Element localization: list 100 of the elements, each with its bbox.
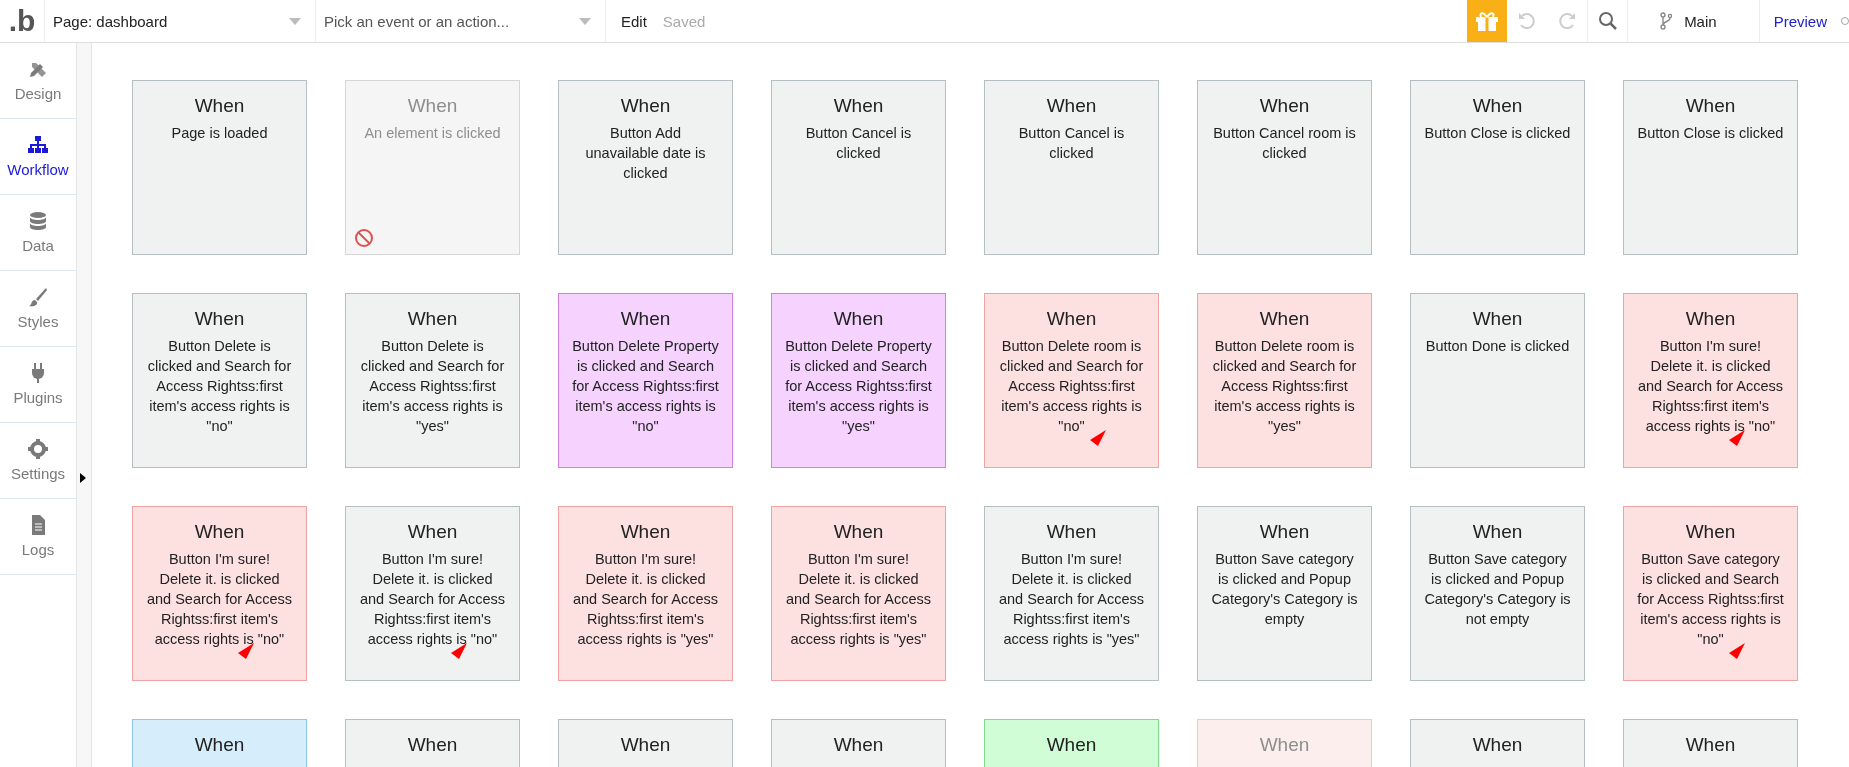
event-title: When: [1684, 308, 1737, 330]
event-title: When: [619, 734, 672, 756]
event-card[interactable]: When: [345, 719, 520, 767]
event-card[interactable]: When Button I'm sure! Delete it. is clicked and Search for Access Rightss:first item's access rights is "yes": [984, 506, 1159, 681]
event-title: When: [193, 521, 246, 543]
event-description: Button Delete is clicked and Search for Access Rightss:first item's access rights is "yes": [359, 337, 506, 436]
event-card[interactable]: When Button Delete is clicked and Search for Access Rightss:first item's access rights is "no": [132, 293, 307, 468]
event-title: When: [406, 95, 459, 117]
event-title: When: [1684, 734, 1737, 756]
event-card[interactable]: When Button Delete is clicked and Search for Access Rightss:first item's access rights is "yes": [345, 293, 520, 468]
event-description: Button Save category is clicked and Popup Category's Category is not empty: [1424, 550, 1571, 629]
event-description: Button I'm sure! Delete it. is clicked and Search for Access Rightss:first item's access rights is "no": [146, 550, 293, 649]
undo-icon: [1517, 11, 1538, 31]
event-card[interactable]: When Button I'm sure! Delete it. is clicked and Search for Access Rightss:first item's access rights is "no": [132, 506, 307, 681]
event-card[interactable]: When Button Save category is clicked and Popup Category's Category is not empty: [1410, 506, 1585, 681]
caret-icon: [289, 17, 301, 25]
event-title: When: [1045, 95, 1098, 117]
event-action-dropdown[interactable]: Pick an event or an action...: [316, 0, 606, 42]
event-description: Button Close is clicked: [1424, 124, 1571, 143]
event-card[interactable]: When Page is loaded: [132, 80, 307, 255]
event-description: An element is clicked: [363, 124, 502, 143]
event-title: When: [832, 521, 885, 543]
event-card[interactable]: When Button Save category is clicked and Search for Access Rightss:first item's access rights is "no": [1623, 506, 1798, 681]
event-title: When: [1258, 308, 1311, 330]
sidebar-tab[interactable]: Workflow: [0, 119, 76, 195]
event-description: Button I'm sure! Delete it. is clicked and Search for Access Rightss:first item's access rights is "no": [1637, 337, 1784, 436]
event-description: Button Cancel is clicked: [1017, 124, 1126, 163]
sidebar-tab[interactable]: Styles: [0, 271, 76, 347]
event-description: Button Delete Property is clicked and Search for Access Rightss:first item's access rights is "no": [572, 337, 719, 436]
event-card[interactable]: When Button Delete room is clicked and Search for Access Rightss:first item's access rights is "yes": [1197, 293, 1372, 468]
event-card[interactable]: When: [984, 719, 1159, 767]
event-card[interactable]: When Button Delete room is clicked and Search for Access Rightss:first item's access rights is "no": [984, 293, 1159, 468]
event-card[interactable]: When Button I'm sure! Delete it. is clicked and Search for Access Rightss:first item's access rights is "yes": [558, 506, 733, 681]
event-card[interactable]: When Button Delete Property is clicked and Search for Access Rightss:first item's access rights is "no": [558, 293, 733, 468]
event-title: When: [619, 308, 672, 330]
sidebar-tab[interactable]: Design: [0, 43, 76, 119]
event-title: When: [832, 95, 885, 117]
event-title: When: [1684, 95, 1737, 117]
event-description: Button Close is clicked: [1637, 124, 1784, 143]
disabled-icon: [354, 228, 374, 248]
sidebar-tab[interactable]: Data: [0, 195, 76, 271]
event-description: Button I'm sure! Delete it. is clicked and Search for Access Rightss:first item's access rights is "yes": [572, 550, 719, 649]
expand-arrow-icon[interactable]: [80, 473, 86, 483]
event-description: Page is loaded: [170, 124, 269, 143]
event-card[interactable]: When Button Close is clicked: [1623, 80, 1798, 255]
event-title: When: [619, 521, 672, 543]
event-card[interactable]: When: [558, 719, 733, 767]
event-title: When: [193, 95, 246, 117]
event-card[interactable]: When Button Delete Property is clicked and Search for Access Rightss:first item's access rights is "yes": [771, 293, 946, 468]
gear-icon: [28, 439, 48, 459]
branch-icon: [1660, 12, 1673, 30]
event-card[interactable]: When Button Cancel is clicked: [771, 80, 946, 255]
app-logo[interactable]: .b: [0, 0, 45, 42]
event-title: When: [832, 308, 885, 330]
event-card[interactable]: When Button Cancel room is clicked: [1197, 80, 1372, 255]
event-card[interactable]: When Button Add unavailable date is clicked: [558, 80, 733, 255]
event-card[interactable]: When Button I'm sure! Delete it. is clicked and Search for Access Rightss:first item's access rights is "no": [1623, 293, 1798, 468]
event-description: Button Add unavailable date is clicked: [584, 124, 707, 183]
event-description: Button Done is clicked: [1424, 337, 1571, 356]
event-card[interactable]: When: [1623, 719, 1798, 767]
event-title: When: [406, 308, 459, 330]
event-title: When: [1258, 521, 1311, 543]
save-status: Saved: [661, 11, 706, 32]
event-title: When: [1471, 95, 1524, 117]
event-description: Button Save category is clicked and Popup Category's Category is empty: [1211, 550, 1358, 629]
event-title: When: [832, 734, 885, 756]
brush-icon: [28, 287, 48, 307]
event-card[interactable]: When Button Save category is clicked and Popup Category's Category is empty: [1197, 506, 1372, 681]
event-description: Button I'm sure! Delete it. is clicked and Search for Access Rightss:first item's access rights is "yes": [998, 550, 1145, 649]
edit-menu[interactable]: Edit: [606, 0, 647, 42]
event-title: When: [193, 734, 246, 756]
sidebar-tab[interactable]: Logs: [0, 499, 76, 575]
event-description: Button Delete room is clicked and Search for Access Rightss:first item's access rights is "yes": [1211, 337, 1358, 436]
page-dropdown[interactable]: Page: dashboard: [45, 0, 316, 42]
event-title: When: [1045, 521, 1098, 543]
branch-button[interactable]: Main: [1627, 0, 1760, 42]
sidebar-tab[interactable]: Settings: [0, 423, 76, 499]
event-card[interactable]: When Button I'm sure! Delete it. is clicked and Search for Access Rightss:first item's access rights is "yes": [771, 506, 946, 681]
event-description: Button Cancel room is clicked: [1212, 124, 1357, 163]
event-title: When: [406, 521, 459, 543]
event-title: When: [1471, 521, 1524, 543]
sitemap-icon: [28, 135, 48, 155]
event-card[interactable]: When: [1410, 719, 1585, 767]
event-card[interactable]: When Button Close is clicked: [1410, 80, 1585, 255]
event-card[interactable]: When: [132, 719, 307, 767]
event-title: When: [1045, 734, 1098, 756]
event-card[interactable]: When Button I'm sure! Delete it. is clicked and Search for Access Rightss:first item's access rights is "no": [345, 506, 520, 681]
event-card[interactable]: When Button Cancel is clicked: [984, 80, 1159, 255]
sidebar-tab[interactable]: Plugins: [0, 347, 76, 423]
event-title: When: [1258, 734, 1311, 756]
event-title: When: [1258, 95, 1311, 117]
event-title: When: [1684, 521, 1737, 543]
event-description: Button Delete room is clicked and Search for Access Rightss:first item's access rights is "no": [998, 337, 1145, 436]
event-card[interactable]: When: [771, 719, 946, 767]
preview-link[interactable]: Preview: [1759, 0, 1841, 42]
event-description: Button Delete is clicked and Search for Access Rightss:first item's access rights is "no": [146, 337, 293, 436]
database-icon: [28, 211, 48, 231]
event-description: Button I'm sure! Delete it. is clicked and Search for Access Rightss:first item's access rights is "no": [359, 550, 506, 649]
gift-button[interactable]: [1467, 0, 1508, 42]
event-card[interactable]: When Button Done is clicked: [1410, 293, 1585, 468]
